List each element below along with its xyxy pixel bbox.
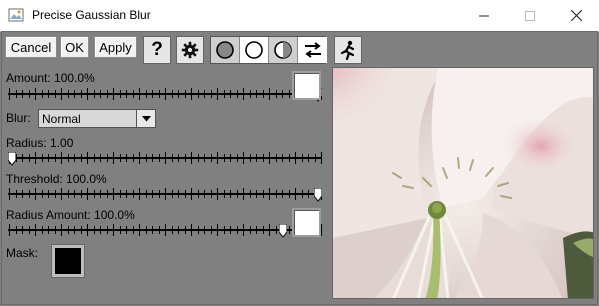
radius-amount-label: Radius Amount: 100.0% bbox=[6, 208, 135, 222]
mask-color-swatch[interactable] bbox=[52, 245, 84, 277]
mode-dark-circle-icon bbox=[216, 41, 234, 59]
amount-slider[interactable] bbox=[8, 87, 322, 102]
ok-button[interactable]: OK bbox=[60, 36, 89, 58]
run-button[interactable] bbox=[334, 36, 362, 64]
apply-button[interactable]: Apply bbox=[94, 36, 137, 58]
title-bar: Precise Gaussian Blur bbox=[0, 0, 599, 32]
maximize-button[interactable] bbox=[507, 0, 553, 31]
minimize-button[interactable] bbox=[461, 0, 507, 31]
close-button[interactable] bbox=[553, 0, 599, 31]
mode-dark-button[interactable] bbox=[211, 37, 240, 63]
maximize-icon bbox=[525, 10, 535, 21]
close-icon bbox=[570, 10, 582, 21]
app-icon bbox=[8, 8, 24, 22]
blur-dropdown[interactable]: Normal bbox=[38, 109, 156, 128]
chevron-down-icon[interactable] bbox=[136, 110, 155, 127]
running-man-icon bbox=[340, 40, 355, 60]
radius-slider-thumb[interactable] bbox=[8, 152, 16, 166]
cancel-button[interactable]: Cancel bbox=[5, 36, 57, 58]
threshold-label: Threshold: 100.0% bbox=[6, 172, 107, 186]
mode-half-circle-icon bbox=[274, 41, 292, 59]
blur-dropdown-value: Normal bbox=[42, 111, 81, 126]
gear-icon bbox=[181, 41, 199, 59]
swap-button[interactable] bbox=[298, 37, 327, 63]
preview-mode-group bbox=[210, 36, 327, 64]
amount-slider-ticks bbox=[9, 88, 322, 100]
mode-white-circle-icon bbox=[245, 41, 263, 59]
mask-label: Mask: bbox=[6, 246, 39, 260]
radius-label: Radius: 1.00 bbox=[6, 136, 74, 150]
radius-slider[interactable] bbox=[8, 151, 322, 166]
mode-white-button[interactable] bbox=[240, 37, 269, 63]
threshold-slider[interactable] bbox=[8, 187, 322, 202]
radius-amount-slider-thumb[interactable] bbox=[279, 224, 287, 238]
help-button[interactable]: ? bbox=[143, 36, 171, 64]
amount-label: Amount: 100.0% bbox=[6, 71, 95, 85]
amount-color-swatch[interactable] bbox=[292, 71, 321, 100]
window-title: Precise Gaussian Blur bbox=[32, 8, 151, 22]
radius-amount-color-swatch[interactable] bbox=[292, 208, 321, 237]
preview-image[interactable] bbox=[332, 67, 594, 299]
help-icon: ? bbox=[151, 39, 163, 60]
minimize-icon bbox=[479, 15, 489, 16]
threshold-slider-ticks bbox=[9, 188, 322, 200]
threshold-slider-thumb[interactable] bbox=[314, 188, 322, 202]
radius-amount-slider[interactable] bbox=[8, 223, 322, 238]
mode-half-button[interactable] bbox=[269, 37, 298, 63]
flower-preview-image bbox=[333, 68, 593, 298]
settings-button[interactable] bbox=[176, 36, 204, 64]
blur-label: Blur: bbox=[6, 111, 31, 125]
radius-amount-slider-ticks bbox=[9, 224, 322, 236]
radius-slider-ticks bbox=[9, 152, 322, 164]
swap-arrows-icon bbox=[304, 42, 321, 58]
